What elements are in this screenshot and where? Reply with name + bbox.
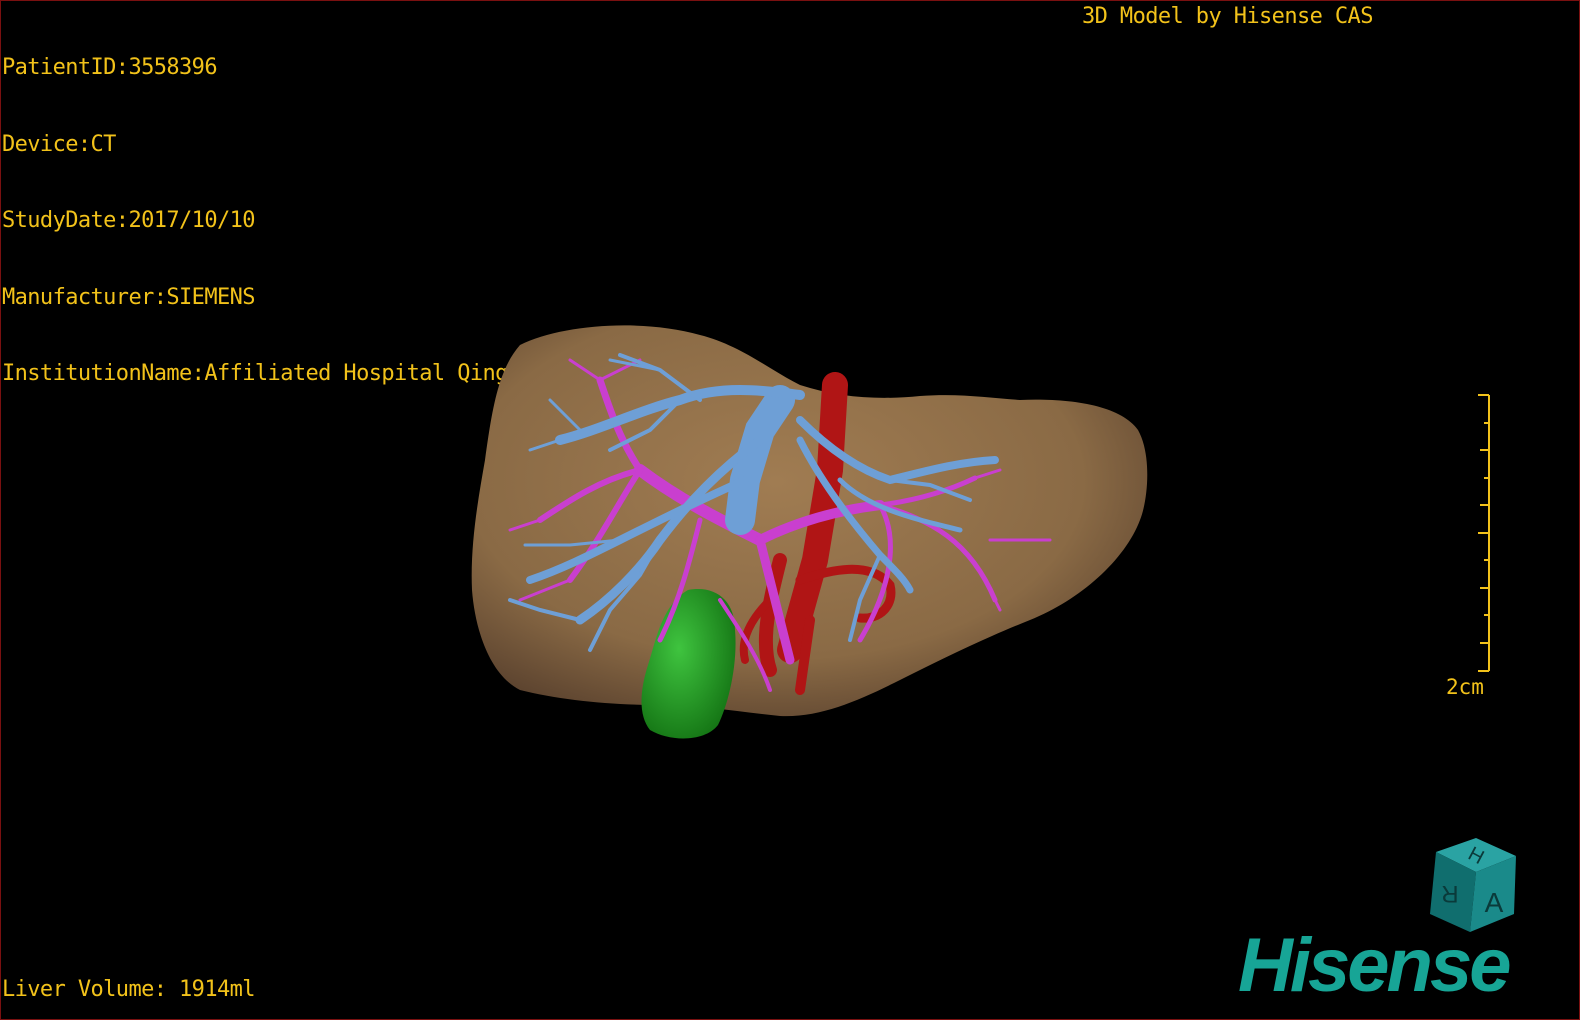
hisense-logo: Hisense: [1238, 923, 1511, 1008]
liver-volume-text: Liver Volume: 1914ml: [2, 977, 256, 1002]
liver-3d-model[interactable]: [0, 0, 1580, 1020]
scale-label: 2cm: [1446, 675, 1484, 699]
cube-face-front: A: [1485, 887, 1504, 918]
cube-face-side: R: [1441, 880, 1458, 907]
scale-bar: [1478, 394, 1490, 672]
